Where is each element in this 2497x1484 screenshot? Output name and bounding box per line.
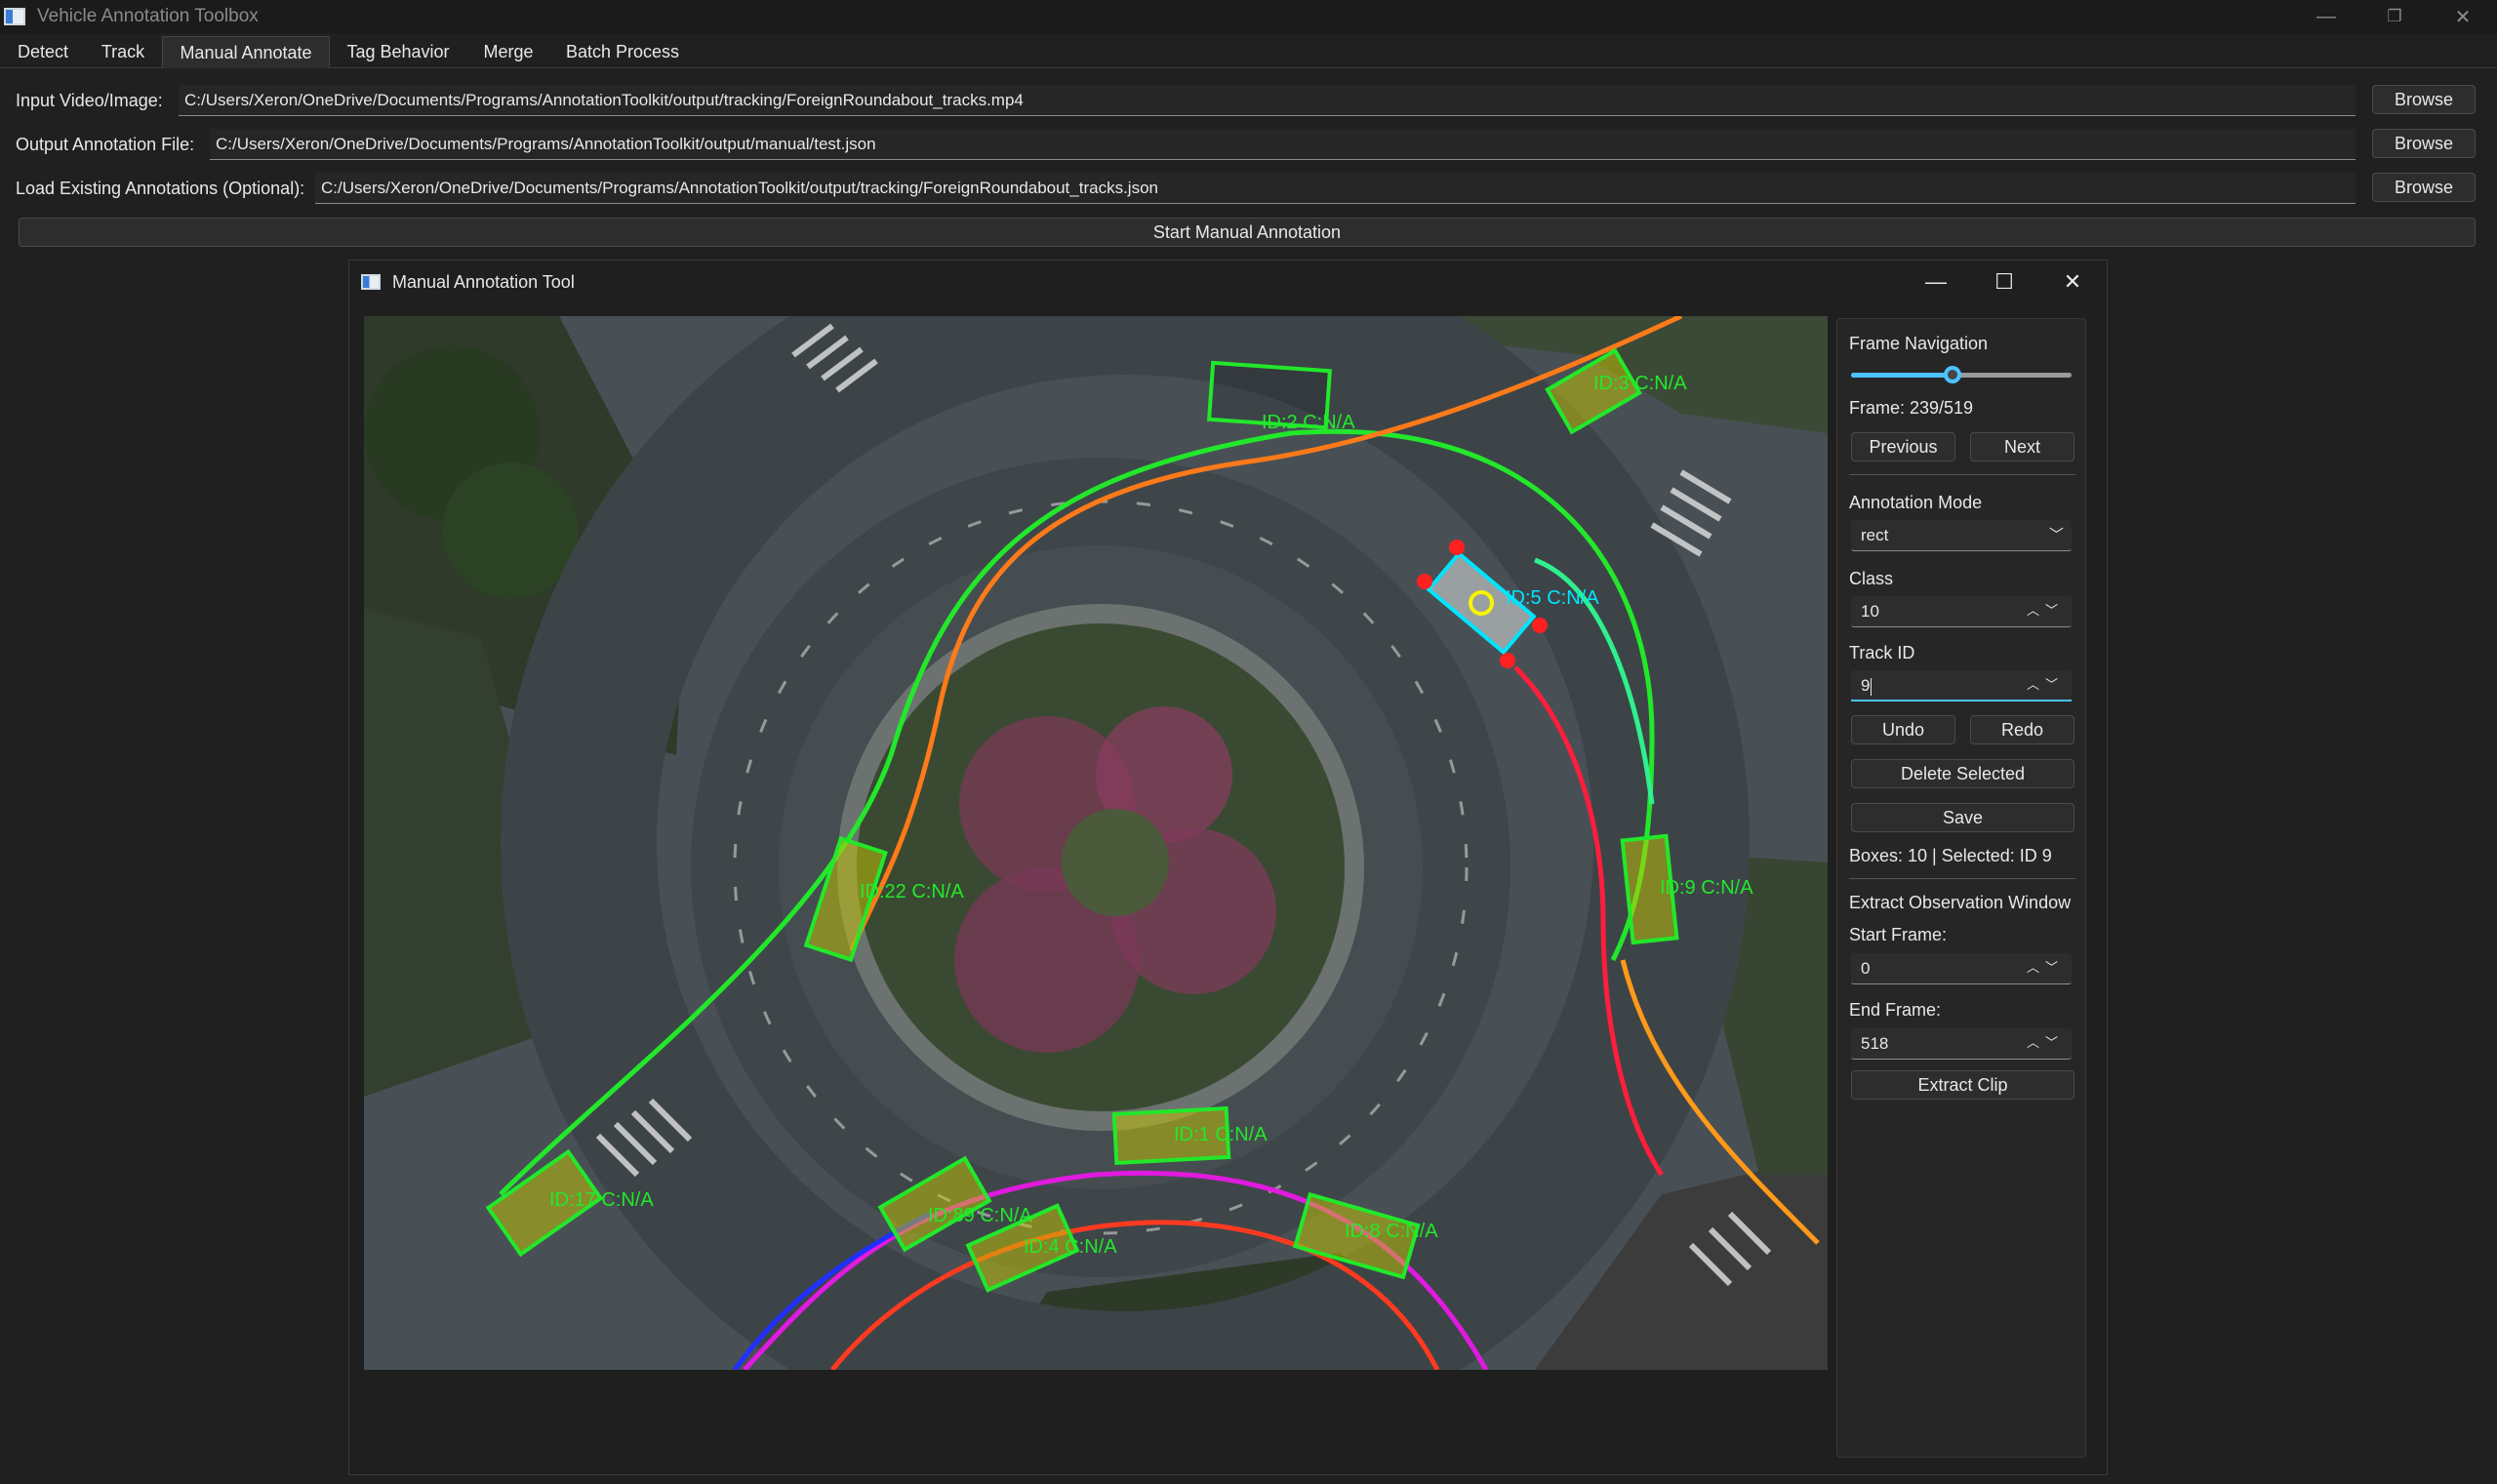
class-spinbox[interactable]: 10 ︿﹀ bbox=[1851, 596, 2072, 627]
existing-annotations-field[interactable]: C:/Users/Xeron/OneDrive/Documents/Progra… bbox=[315, 173, 2356, 204]
video-frame[interactable]: ID:2 C:N/A ID:3 C:N/A ID:5 C:N/A ID:22 C… bbox=[364, 316, 1828, 1370]
track-id-value: 9 bbox=[1861, 676, 1871, 695]
tool-close-button[interactable]: ✕ bbox=[2038, 261, 2107, 303]
tool-maximize-button[interactable]: ☐ bbox=[1970, 261, 2038, 303]
browse-input-button[interactable]: Browse bbox=[2372, 85, 2476, 114]
class-label: Class bbox=[1849, 569, 1894, 588]
extract-window-label: Extract Observation Window bbox=[1849, 893, 2072, 912]
track-id-spinbox[interactable]: 9 ︿﹀ bbox=[1851, 670, 2072, 702]
frame-navigation-label: Frame Navigation bbox=[1849, 334, 1989, 353]
previous-button[interactable]: Previous bbox=[1851, 432, 1955, 461]
input-row: Input Video/Image: C:/Users/Xeron/OneDri… bbox=[0, 82, 2497, 121]
save-button[interactable]: Save bbox=[1851, 803, 2074, 832]
undo-button[interactable]: Undo bbox=[1851, 715, 1955, 744]
tab-tag-behavior[interactable]: Tag Behavior bbox=[332, 36, 464, 68]
tool-window-title: Manual Annotation Tool bbox=[392, 271, 575, 292]
annotation-mode-select[interactable]: rect ﹀ bbox=[1851, 520, 2072, 551]
box-label: ID:8 C:N/A bbox=[1345, 1221, 1438, 1242]
tree-cluster-2 bbox=[442, 462, 579, 599]
frame-slider-knob[interactable] bbox=[1943, 366, 1961, 383]
box-label: ID:3 C:N/A bbox=[1593, 373, 1687, 394]
tab-bar: Detect Track Manual Annotate Tag Behavio… bbox=[0, 33, 2497, 68]
stepper-icon[interactable]: ︿﹀ bbox=[2027, 674, 2064, 693]
extract-clip-button[interactable]: Extract Clip bbox=[1851, 1070, 2074, 1100]
tool-title-bar: Manual Annotation Tool — ☐ ✕ bbox=[349, 261, 2107, 303]
close-button[interactable]: ✕ bbox=[2429, 0, 2497, 33]
start-frame-spinbox[interactable]: 0 ︿﹀ bbox=[1851, 953, 2072, 984]
window-title: Vehicle Annotation Toolbox bbox=[37, 6, 259, 26]
stepper-icon[interactable]: ︿﹀ bbox=[2027, 600, 2064, 619]
frame-slider-fill bbox=[1851, 373, 1953, 378]
app-icon bbox=[4, 8, 25, 25]
existing-row: Load Existing Annotations (Optional): C:… bbox=[0, 170, 2497, 209]
end-frame-label: End Frame: bbox=[1849, 1000, 1942, 1020]
control-panel: Frame Navigation Frame: 239/519 Previous… bbox=[1836, 318, 2086, 1458]
separator bbox=[1849, 474, 2075, 475]
title-bar: Vehicle Annotation Toolbox — ❐ ✕ bbox=[0, 0, 2497, 33]
tab-manual-annotate[interactable]: Manual Annotate bbox=[162, 36, 330, 68]
box-label: ID:1 C:N/A bbox=[1174, 1124, 1268, 1145]
annotation-mode-value: rect bbox=[1861, 526, 1889, 544]
box-label: ID:22 C:N/A bbox=[860, 881, 964, 902]
tab-detect[interactable]: Detect bbox=[4, 36, 82, 68]
focus-underline bbox=[1851, 700, 2072, 702]
box-label: ID:9 C:N/A bbox=[1660, 877, 1753, 899]
browse-existing-button[interactable]: Browse bbox=[2372, 173, 2476, 202]
status-text: Boxes: 10 | Selected: ID 9 bbox=[1849, 846, 2052, 865]
corner-handle[interactable] bbox=[1417, 574, 1432, 589]
input-video-label: Input Video/Image: bbox=[16, 91, 163, 110]
input-video-field[interactable]: C:/Users/Xeron/OneDrive/Documents/Progra… bbox=[179, 85, 2356, 116]
existing-annotations-label: Load Existing Annotations (Optional): bbox=[16, 179, 305, 198]
corner-handle[interactable] bbox=[1500, 653, 1515, 668]
corner-handle[interactable] bbox=[1532, 618, 1548, 633]
track-id-label: Track ID bbox=[1849, 643, 1915, 662]
output-file-field[interactable]: C:/Users/Xeron/OneDrive/Documents/Progra… bbox=[210, 129, 2356, 160]
box-label: ID:17 C:N/A bbox=[549, 1189, 654, 1211]
start-manual-annotation-button[interactable]: Start Manual Annotation bbox=[19, 218, 2476, 247]
end-frame-value: 518 bbox=[1861, 1034, 1889, 1053]
browse-output-button[interactable]: Browse bbox=[2372, 129, 2476, 158]
tab-batch-process[interactable]: Batch Process bbox=[552, 36, 693, 68]
start-frame-value: 0 bbox=[1861, 959, 1871, 978]
redo-button[interactable]: Redo bbox=[1970, 715, 2074, 744]
frame-slider[interactable] bbox=[1851, 366, 2072, 383]
tab-track[interactable]: Track bbox=[86, 36, 160, 68]
annotation-mode-label: Annotation Mode bbox=[1849, 493, 1983, 512]
end-frame-spinbox[interactable]: 518 ︿﹀ bbox=[1851, 1028, 2072, 1060]
video-canvas[interactable]: ID:2 C:N/A ID:3 C:N/A ID:5 C:N/A ID:22 C… bbox=[364, 316, 1828, 1370]
chevron-down-icon: ﹀ bbox=[2048, 527, 2064, 543]
box-label: ID:5 C:N/A bbox=[1506, 587, 1599, 609]
stepper-icon[interactable]: ︿﹀ bbox=[2027, 957, 2064, 976]
box-label: ID:4 C:N/A bbox=[1024, 1236, 1117, 1258]
next-button[interactable]: Next bbox=[1970, 432, 2074, 461]
tab-merge[interactable]: Merge bbox=[468, 36, 548, 68]
separator bbox=[1849, 878, 2075, 879]
class-value: 10 bbox=[1861, 602, 1879, 621]
tool-app-icon bbox=[361, 274, 381, 290]
start-frame-label: Start Frame: bbox=[1849, 925, 1948, 944]
center-plant bbox=[1062, 809, 1169, 916]
text-caret bbox=[1871, 677, 1873, 696]
output-row: Output Annotation File: C:/Users/Xeron/O… bbox=[0, 126, 2497, 165]
output-file-label: Output Annotation File: bbox=[16, 135, 195, 154]
frame-counter: Frame: 239/519 bbox=[1849, 398, 1974, 418]
minimize-button[interactable]: — bbox=[2292, 0, 2360, 33]
box-label: ID:2 C:N/A bbox=[1262, 412, 1355, 433]
restore-button[interactable]: ❐ bbox=[2360, 0, 2429, 33]
manual-annotation-window: Manual Annotation Tool — ☐ ✕ ID:2 C:N/A … bbox=[348, 260, 2108, 1475]
stepper-icon[interactable]: ︿﹀ bbox=[2027, 1032, 2064, 1051]
tool-minimize-button[interactable]: — bbox=[1902, 261, 1970, 303]
delete-selected-button[interactable]: Delete Selected bbox=[1851, 759, 2074, 788]
corner-handle[interactable] bbox=[1449, 540, 1465, 555]
